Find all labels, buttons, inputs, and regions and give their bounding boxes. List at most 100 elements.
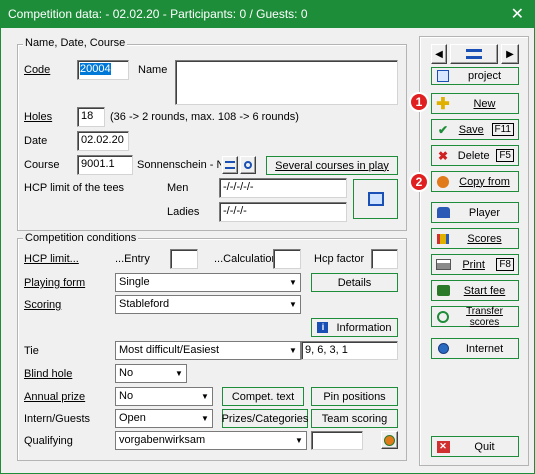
- conditions-group-label: Competition conditions: [23, 232, 139, 244]
- information-button[interactable]: i Information: [311, 318, 398, 337]
- search-icon: [244, 161, 252, 169]
- print-shortcut: F8: [496, 258, 514, 271]
- annotation-badge-2: 2: [409, 172, 429, 192]
- next-record-button[interactable]: ▶: [501, 44, 519, 64]
- holes-field[interactable]: 18: [77, 107, 105, 127]
- date-label: Date: [24, 135, 48, 147]
- start-fee-button[interactable]: Start fee: [431, 280, 519, 301]
- plus-icon: ✚: [436, 95, 450, 113]
- intern-guests-select[interactable]: Open ▼: [115, 409, 213, 428]
- lookup-icon: [367, 192, 384, 206]
- tie-holes-field[interactable]: 9, 6, 3, 1: [301, 341, 398, 360]
- intern-guests-value: Open: [119, 412, 146, 424]
- holes-hint: (36 -> 2 rounds, max. 108 -> 6 rounds): [110, 111, 299, 123]
- arrow-right-icon: ▶: [506, 48, 514, 60]
- scoring-value: Stableford: [119, 298, 170, 310]
- project-button[interactable]: project: [431, 67, 519, 85]
- title-bar: Competition data: - 02.02.20 - Participa…: [1, 1, 534, 28]
- course-label: Course: [24, 159, 60, 171]
- scores-label: Scores: [467, 232, 502, 245]
- tie-label: Tie: [24, 345, 39, 357]
- calculation-label: ...Calculation: [214, 253, 278, 265]
- entry-field[interactable]: [170, 249, 198, 269]
- prizes-categories-button[interactable]: Prizes/Categories: [222, 409, 308, 428]
- prizes-categories-label: Prizes/Categories: [221, 412, 309, 425]
- men-field[interactable]: -/-/-/-/-: [219, 178, 347, 198]
- qualifying-select[interactable]: vorgabenwirksam ▼: [115, 431, 307, 450]
- copy-from-label: Copy from: [459, 175, 510, 188]
- name-field[interactable]: [175, 60, 398, 105]
- course-value: 9001.1: [81, 158, 115, 170]
- save-shortcut: F11: [491, 123, 514, 136]
- pin-positions-button[interactable]: Pin positions: [311, 387, 398, 406]
- blind-hole-label: Blind hole: [24, 368, 73, 380]
- chevron-down-icon: ▼: [289, 278, 297, 287]
- hcp-factor-field[interactable]: [371, 249, 398, 269]
- several-courses-button[interactable]: Several courses in play: [266, 156, 398, 175]
- chevron-down-icon: ▼: [289, 300, 297, 309]
- swap-icon: [384, 434, 395, 446]
- code-label: Code: [24, 64, 51, 76]
- scores-chart-icon: [435, 232, 451, 246]
- project-label: project: [467, 70, 502, 82]
- course-field[interactable]: 9001.1: [77, 155, 133, 175]
- details-button[interactable]: Details: [311, 273, 398, 292]
- holes-label: Holes: [24, 111, 53, 123]
- blind-hole-value: No: [119, 367, 134, 379]
- qualifying-extra-field[interactable]: [311, 431, 363, 450]
- new-button[interactable]: ✚ New: [431, 93, 519, 114]
- scoring-select[interactable]: Stableford ▼: [115, 295, 301, 314]
- team-scoring-button[interactable]: Team scoring: [311, 409, 398, 428]
- transfer-icon: [435, 310, 451, 324]
- info-icon: i: [317, 322, 329, 333]
- hcp-tees-lookup-button[interactable]: [353, 179, 398, 219]
- copy-icon: [435, 175, 451, 189]
- print-button[interactable]: Print F8: [431, 254, 519, 275]
- copy-from-button[interactable]: Copy from: [431, 171, 519, 192]
- blind-hole-select[interactable]: No ▼: [115, 364, 187, 383]
- ladies-value: -/-/-/-: [223, 205, 247, 217]
- save-button[interactable]: ✔ Save F11: [431, 119, 519, 140]
- general-group-label: Name, Date, Course: [23, 37, 128, 49]
- course-list-button[interactable]: [222, 156, 238, 174]
- qualifying-value: vorgabenwirksam: [119, 434, 206, 446]
- quit-x-icon: ✕: [435, 440, 451, 454]
- close-icon[interactable]: ✕: [511, 4, 524, 24]
- calculation-field[interactable]: [273, 249, 301, 269]
- playing-form-select[interactable]: Single ▼: [115, 273, 301, 292]
- chevron-down-icon: ▼: [175, 369, 183, 378]
- entry-label: ...Entry: [115, 253, 150, 265]
- hcp-limit-label: HCP limit...: [24, 253, 79, 265]
- hcp-factor-text: Hcp factor: [314, 253, 365, 265]
- several-courses-label: Several courses in play: [275, 159, 389, 172]
- quit-button[interactable]: ✕ Quit: [431, 436, 519, 457]
- delete-button[interactable]: ✖ Delete F5: [431, 145, 519, 166]
- team-scoring-label: Team scoring: [321, 412, 388, 425]
- player-button[interactable]: Player: [431, 202, 519, 223]
- annual-prize-select[interactable]: No ▼: [115, 387, 213, 406]
- list-icon: [466, 49, 482, 59]
- tie-select[interactable]: Most difficult/Easiest ▼: [115, 341, 301, 360]
- tie-value: Most difficult/Easiest: [119, 344, 220, 356]
- transfer-scores-button[interactable]: Transfer scores: [431, 306, 519, 328]
- course-search-button[interactable]: [240, 156, 256, 174]
- internet-button[interactable]: Internet: [431, 338, 519, 359]
- annotation-badge-1: 1: [409, 92, 429, 112]
- prev-record-button[interactable]: ◀: [431, 44, 447, 64]
- record-nav-button[interactable]: [450, 44, 498, 64]
- qualifying-action-button[interactable]: [381, 431, 398, 449]
- delete-label: Delete: [457, 149, 490, 162]
- ladies-label: Ladies: [167, 206, 200, 218]
- code-value: 20004: [80, 63, 111, 75]
- date-field[interactable]: 02.02.20: [77, 131, 129, 151]
- annual-prize-label: Annual prize: [24, 391, 86, 403]
- players-icon: [435, 206, 451, 220]
- qualifying-label: Qualifying: [24, 435, 73, 447]
- ladies-field[interactable]: -/-/-/-: [219, 202, 347, 222]
- scores-button[interactable]: Scores: [431, 228, 519, 249]
- code-field[interactable]: 20004: [77, 60, 129, 80]
- annual-prize-value: No: [119, 390, 134, 402]
- checkmark-icon: ✔: [437, 122, 449, 137]
- compet-text-button[interactable]: Compet. text: [222, 387, 304, 406]
- chevron-down-icon: ▼: [201, 392, 209, 401]
